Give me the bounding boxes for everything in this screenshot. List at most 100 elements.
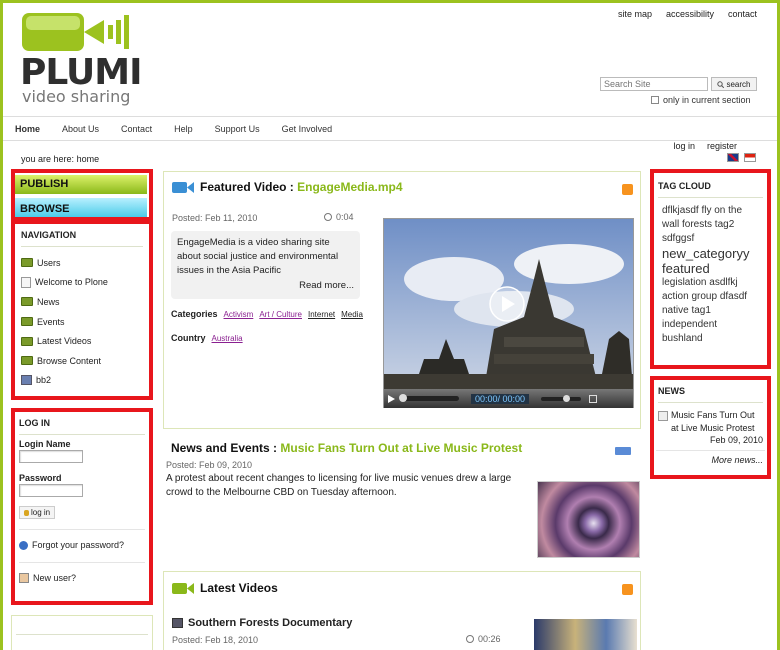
- seek-bar[interactable]: [399, 394, 459, 402]
- navigation-title: NAVIGATION: [21, 226, 143, 247]
- category-art-culture[interactable]: Art / Culture: [259, 310, 302, 319]
- video-player[interactable]: 00:00/ 00:00: [383, 218, 634, 408]
- tag-cloud-title: TAG CLOUD: [658, 175, 763, 198]
- read-more-link[interactable]: Read more...: [299, 280, 354, 291]
- player-time: 00:00/ 00:00: [471, 393, 530, 404]
- latest-video-item[interactable]: Southern Forests Documentary: [172, 617, 352, 629]
- news-events-prefix: News and Events :: [171, 441, 278, 455]
- featured-duration-value: 0:04: [336, 212, 354, 222]
- login-button[interactable]: log in: [19, 506, 56, 519]
- folder-icon: [21, 258, 33, 268]
- forgot-password-label: Forgot your password?: [32, 540, 125, 550]
- nav-item-bb2[interactable]: bb2: [21, 371, 143, 391]
- latest-video-duration: 00:26: [466, 634, 501, 644]
- user-icon: [19, 573, 29, 583]
- navigation-list: Users Welcome to Plone News Events Lates…: [17, 247, 147, 390]
- featured-country: Country Australia: [171, 333, 243, 343]
- only-current-checkbox[interactable]: [651, 96, 659, 104]
- featured-categories: Categories Activism Art / Culture Intern…: [171, 309, 363, 319]
- nav-item-news[interactable]: News: [21, 292, 143, 312]
- login-title: LOG IN: [19, 414, 145, 435]
- video-camera-logo-icon: [22, 13, 129, 51]
- tag-cloud: dflkjasdf fly on the wall forests tag2 s…: [656, 198, 765, 352]
- password-field[interactable]: [19, 484, 83, 497]
- new-user-link[interactable]: New user?: [19, 562, 145, 583]
- nav-item-users[interactable]: Users: [21, 253, 143, 273]
- rss-icon[interactable]: [622, 184, 633, 195]
- login-name-field[interactable]: [19, 450, 83, 463]
- rss-icon[interactable]: [622, 584, 633, 595]
- folder-icon: [21, 356, 33, 366]
- login-name-label: Login Name: [19, 439, 71, 449]
- more-news-link[interactable]: More news...: [656, 450, 765, 465]
- forgot-password-link[interactable]: Forgot your password?: [19, 529, 145, 550]
- document-icon: [21, 276, 31, 288]
- contact-link[interactable]: contact: [728, 9, 757, 19]
- accessibility-link[interactable]: accessibility: [666, 9, 714, 19]
- language-flags: [727, 153, 756, 162]
- nav-item-label: Welcome to Plone: [35, 277, 108, 288]
- nav-item-label: Users: [37, 257, 61, 268]
- tag-cloud-group-2[interactable]: new_categoryy featured: [662, 246, 759, 276]
- video-thumbnail: [384, 219, 633, 389]
- left-extra-portlet: [11, 615, 153, 650]
- nav-help[interactable]: Help: [174, 124, 203, 134]
- nav-home[interactable]: Home: [15, 124, 50, 134]
- indonesia-flag-icon[interactable]: [744, 153, 756, 162]
- nav-item-label: Browse Content: [37, 355, 102, 366]
- latest-video-duration-value: 00:26: [478, 634, 501, 644]
- rss-feed-icon[interactable]: [615, 447, 631, 455]
- nav-item-latest-videos[interactable]: Latest Videos: [21, 331, 143, 351]
- fullscreen-button[interactable]: [589, 394, 598, 403]
- latest-video-posted: Posted: Feb 18, 2010: [172, 635, 259, 645]
- nav-support-us[interactable]: Support Us: [215, 124, 270, 134]
- nav-contact[interactable]: Contact: [121, 124, 162, 134]
- volume-slider[interactable]: [541, 394, 582, 402]
- news-events-thumbnail[interactable]: [537, 481, 640, 558]
- category-internet[interactable]: Internet: [308, 310, 335, 319]
- featured-posted: Posted: Feb 11, 2010: [172, 213, 258, 223]
- login-link[interactable]: log in: [673, 141, 695, 151]
- news-item[interactable]: Music Fans Turn Out at Live Music Protes…: [656, 403, 765, 435]
- featured-title: Featured Video : EngageMedia.mp4: [200, 180, 403, 194]
- category-activism[interactable]: Activism: [224, 310, 254, 319]
- register-link[interactable]: register: [707, 141, 737, 151]
- news-events-link[interactable]: Music Fans Turn Out at Live Music Protes…: [280, 441, 522, 455]
- site-map-link[interactable]: site map: [618, 9, 652, 19]
- featured-video-link[interactable]: EngageMedia.mp4: [297, 180, 402, 194]
- tag-cloud-group-1[interactable]: dflkjasdf fly on the wall forests tag2 s…: [662, 204, 759, 246]
- country-australia[interactable]: Australia: [212, 334, 243, 343]
- news-events-body: A protest about recent changes to licens…: [166, 473, 512, 498]
- login-portlet: LOG IN Login Name Password log in Forgot…: [11, 408, 153, 605]
- film-icon: [172, 618, 183, 628]
- nav-get-involved[interactable]: Get Involved: [282, 124, 343, 134]
- breadcrumb: you are here: home: [21, 154, 99, 164]
- play-button[interactable]: [388, 394, 395, 403]
- latest-videos-header: Latest Videos: [172, 581, 278, 595]
- navigation-portlet: NAVIGATION Users Welcome to Plone News E…: [11, 220, 153, 400]
- password-label: Password: [19, 473, 62, 483]
- nav-item-welcome[interactable]: Welcome to Plone: [21, 273, 143, 293]
- news-title: NEWS: [658, 382, 763, 403]
- tag-cloud-group-3[interactable]: legislation asdlfkj action group dfasdf …: [662, 276, 759, 346]
- only-current-section[interactable]: only in current section: [651, 95, 751, 105]
- logo-title: PLUMI: [20, 52, 142, 93]
- search-input[interactable]: [600, 77, 708, 91]
- category-media[interactable]: Media: [341, 310, 363, 319]
- main-nav: Home About Us Contact Help Support Us Ge…: [3, 116, 777, 141]
- featured-header: Featured Video : EngageMedia.mp4: [172, 180, 403, 194]
- player-controls: 00:00/ 00:00: [384, 389, 633, 408]
- uk-flag-icon[interactable]: [727, 153, 739, 162]
- nav-item-label: Latest Videos: [37, 336, 92, 347]
- nav-item-browse-content[interactable]: Browse Content: [21, 351, 143, 371]
- latest-video-thumbnail[interactable]: [534, 619, 637, 650]
- featured-description: EngageMedia is a video sharing site abou…: [177, 237, 339, 276]
- breadcrumb-home[interactable]: home: [77, 154, 100, 164]
- folder-icon: [21, 317, 33, 327]
- search-button[interactable]: search: [711, 77, 757, 91]
- nav-about-us[interactable]: About Us: [62, 124, 109, 134]
- plumi-logo[interactable]: PLUMI video sharing: [20, 11, 142, 106]
- nav-item-label: Events: [37, 316, 65, 327]
- nav-item-label: bb2: [36, 375, 52, 386]
- nav-item-events[interactable]: Events: [21, 312, 143, 332]
